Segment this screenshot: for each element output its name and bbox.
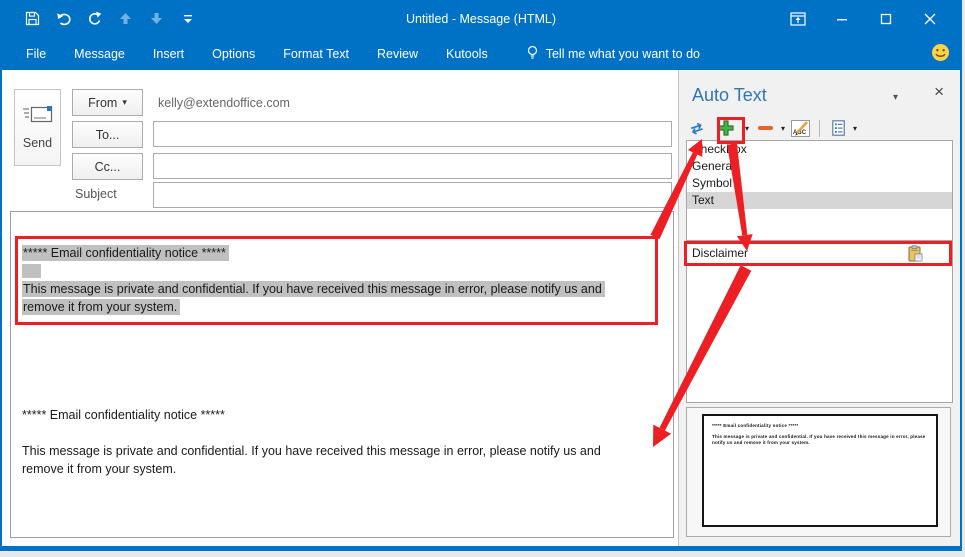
sync-icon[interactable]: ⇄: [687, 117, 707, 139]
move-up-icon[interactable]: [117, 10, 134, 27]
inserted-notice-title: ***** Email confidentiality notice *****: [22, 408, 225, 422]
auto-text-pane: Auto Text ▾ × ⇄ ▾ ▾ ABC: [678, 70, 960, 546]
send-label: Send: [23, 136, 52, 150]
cc-input[interactable]: [153, 153, 672, 179]
message-body-text: ***** Email confidentiality notice *****…: [22, 244, 605, 478]
redo-icon[interactable]: [86, 10, 103, 27]
add-entry-button[interactable]: [713, 117, 739, 139]
ribbon-tab-row: File Message Insert Options Format Text …: [2, 37, 960, 70]
selected-notice-line1: This message is private and confidential…: [22, 281, 605, 297]
quick-access-toolbar: [2, 10, 196, 27]
entry-list: Disclaimer: [686, 241, 953, 403]
smiley-feedback-icon[interactable]: [931, 43, 950, 65]
tab-message[interactable]: Message: [60, 37, 139, 70]
tab-kutools[interactable]: Kutools: [432, 37, 502, 70]
tab-review[interactable]: Review: [363, 37, 432, 70]
compose-area: Send From ▾ kelly@extendoffice.com To...…: [2, 70, 678, 546]
entry-name: Disclaimer: [692, 246, 748, 260]
tab-format-text[interactable]: Format Text: [269, 37, 363, 70]
close-icon[interactable]: [908, 0, 952, 37]
subject-input[interactable]: [153, 182, 672, 208]
entry-row-disclaimer[interactable]: Disclaimer: [687, 242, 952, 265]
minus-icon: [758, 126, 773, 130]
preview-title: ***** Email confidentiality notice *****: [712, 423, 928, 428]
pane-options-chevron-icon[interactable]: ▾: [893, 92, 898, 103]
envelope-icon: [22, 105, 54, 128]
tab-insert[interactable]: Insert: [139, 37, 198, 70]
lightbulb-icon: [526, 45, 539, 63]
pane-close-icon[interactable]: ×: [934, 82, 944, 102]
group-list: CheckBox General Symbol Text: [686, 140, 953, 241]
group-item-text-selected[interactable]: Text: [687, 192, 952, 209]
toolbar-separator: [819, 120, 820, 137]
outlook-message-window: Untitled - Message (HTML) File Message I…: [0, 0, 962, 551]
undo-icon[interactable]: [55, 10, 72, 27]
tell-me-label: Tell me what you want to do: [546, 47, 700, 61]
to-input[interactable]: [153, 121, 672, 147]
window-controls: [776, 0, 952, 37]
tab-options[interactable]: Options: [198, 37, 269, 70]
cc-button[interactable]: Cc...: [72, 153, 143, 180]
minimize-icon[interactable]: [820, 0, 864, 37]
entry-preview-panel: ***** Email confidentiality notice *****…: [686, 407, 951, 537]
group-item-checkbox[interactable]: CheckBox: [687, 141, 952, 158]
from-caret-icon: ▾: [122, 98, 127, 107]
remove-entry-button[interactable]: [755, 117, 775, 139]
cc-label: Cc...: [95, 160, 121, 174]
view-options-dropdown-icon[interactable]: ▾: [853, 117, 857, 139]
qat-customize-icon[interactable]: [179, 10, 196, 27]
selected-notice-title: ***** Email confidentiality notice *****: [22, 245, 229, 261]
add-entry-dropdown-icon[interactable]: ▾: [745, 117, 749, 139]
title-bar: Untitled - Message (HTML): [2, 0, 960, 37]
ribbon-display-options-icon[interactable]: [776, 0, 820, 37]
from-address: kelly@extendoffice.com: [158, 96, 290, 110]
move-down-icon[interactable]: [148, 10, 165, 27]
view-options-button[interactable]: [829, 117, 847, 139]
inserted-notice-line2: remove it from your system.: [22, 462, 176, 476]
maximize-icon[interactable]: [864, 0, 908, 37]
subject-label: Subject: [75, 187, 117, 201]
from-button[interactable]: From ▾: [72, 89, 143, 116]
edit-abc-pencil-icon: ABC: [791, 120, 810, 137]
save-icon[interactable]: [24, 10, 41, 27]
group-item-symbol[interactable]: Symbol: [687, 175, 952, 192]
preview-body: This message is private and confidential…: [712, 434, 928, 446]
plus-icon: [717, 119, 735, 137]
tab-file[interactable]: File: [2, 37, 60, 70]
list-page-icon: [832, 120, 845, 136]
to-label: To...: [96, 128, 120, 142]
send-button[interactable]: Send: [14, 89, 61, 166]
paste-clipboard-icon: [906, 245, 924, 271]
pane-title: Auto Text: [692, 85, 767, 106]
group-item-general[interactable]: General: [687, 158, 952, 175]
preview-page: ***** Email confidentiality notice *****…: [702, 414, 938, 527]
inserted-notice-line1: This message is private and confidential…: [22, 444, 601, 458]
edit-entry-button[interactable]: ABC: [791, 117, 810, 139]
selected-blank-line: [22, 264, 41, 278]
message-body-editor[interactable]: ***** Email confidentiality notice *****…: [10, 211, 674, 538]
to-button[interactable]: To...: [72, 121, 143, 148]
pane-toolbar: ⇄ ▾ ▾ ABC ▾: [687, 116, 857, 140]
remove-entry-dropdown-icon[interactable]: ▾: [781, 117, 785, 139]
selected-notice-line2: remove it from your system.: [22, 299, 180, 315]
tell-me-box[interactable]: Tell me what you want to do: [526, 45, 700, 63]
from-label: From: [88, 96, 117, 110]
